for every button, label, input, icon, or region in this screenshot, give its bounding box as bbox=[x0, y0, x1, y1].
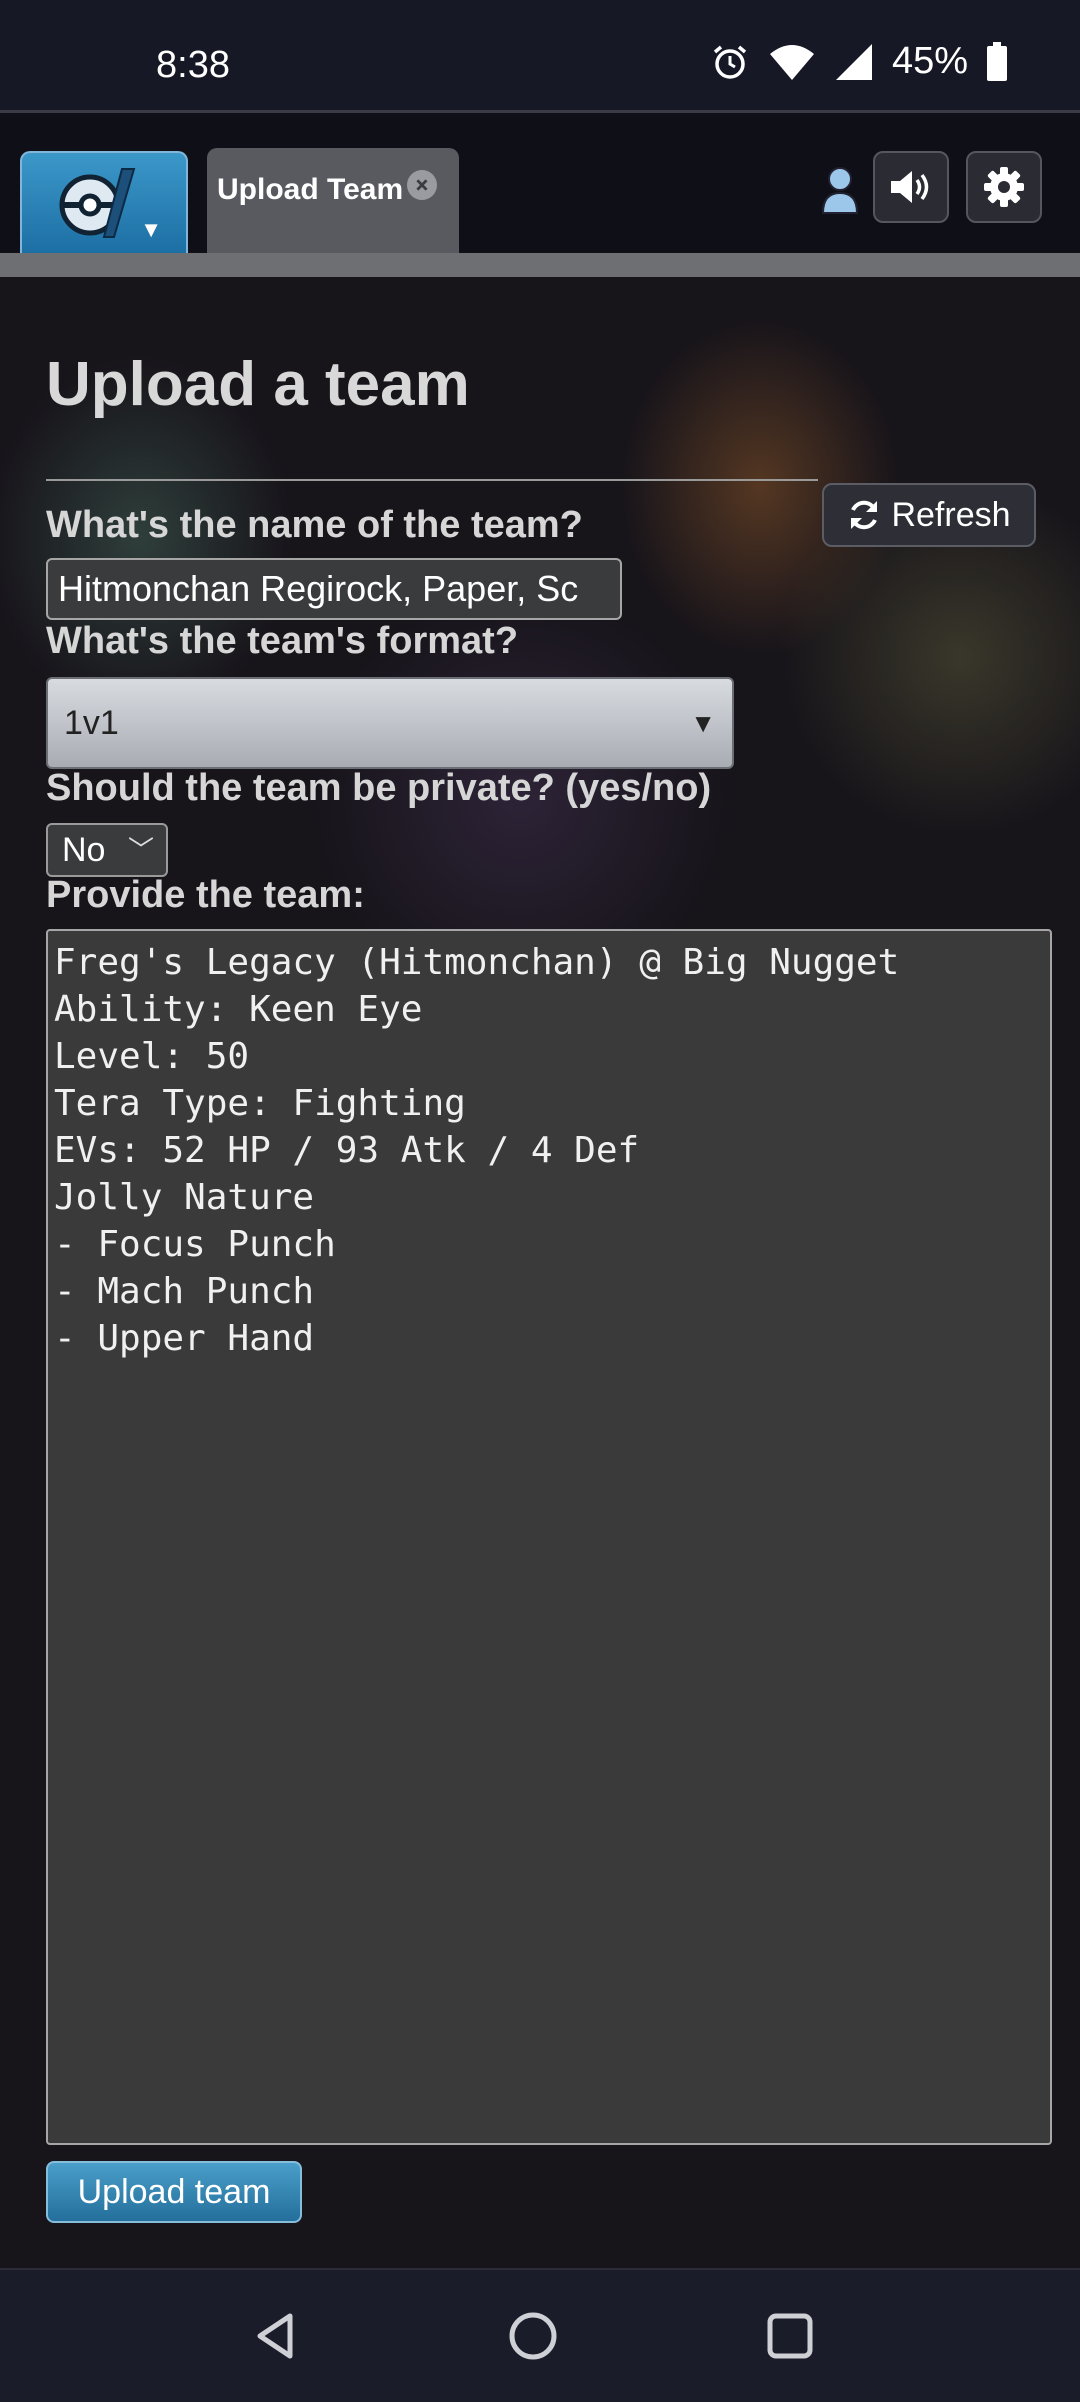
page-title: Upload a team bbox=[46, 350, 470, 419]
main-menu-button[interactable]: ▼ bbox=[20, 151, 188, 253]
app-header: ▼ Upload Team × bbox=[0, 113, 1080, 253]
home-button[interactable] bbox=[473, 2270, 593, 2402]
home-icon bbox=[509, 2312, 557, 2360]
pokeball-logo-icon bbox=[59, 168, 136, 238]
battery-icon bbox=[987, 41, 1007, 81]
team-format-select[interactable]: 1v1 ▼ bbox=[46, 677, 734, 769]
recents-button[interactable] bbox=[730, 2270, 850, 2402]
wifi-icon bbox=[769, 44, 814, 80]
alarm-icon bbox=[713, 45, 747, 79]
team-private-select[interactable]: No ﹀ bbox=[46, 823, 168, 877]
status-time: 8:38 bbox=[156, 44, 230, 86]
chevron-down-icon: ﹀ bbox=[127, 835, 154, 865]
close-icon[interactable]: × bbox=[407, 170, 437, 200]
team-private-label: Should the team be private? (yes/no) bbox=[46, 767, 712, 809]
status-bar: 8:38 45% bbox=[0, 0, 1080, 113]
status-icons: 45% bbox=[710, 40, 1008, 83]
upload-panel: Upload a team Refresh What's the name of… bbox=[0, 277, 1080, 2277]
private-value: No bbox=[62, 831, 106, 869]
gear-icon bbox=[984, 167, 1024, 207]
back-icon bbox=[257, 2313, 293, 2359]
format-value: 1v1 bbox=[64, 704, 119, 742]
chevron-down-icon: ▼ bbox=[140, 218, 162, 243]
team-name-label: What's the name of the team? bbox=[46, 504, 583, 546]
tab-upload-team[interactable]: Upload Team × bbox=[207, 148, 459, 253]
refresh-button[interactable]: Refresh bbox=[822, 483, 1036, 547]
title-divider bbox=[46, 479, 818, 481]
dropdown-arrow-icon: ▼ bbox=[690, 708, 716, 738]
signal-icon bbox=[835, 43, 872, 80]
sound-icon bbox=[891, 171, 929, 203]
tab-label: Upload Team bbox=[217, 173, 404, 206]
upload-team-button[interactable]: Upload team bbox=[46, 2161, 302, 2223]
back-button[interactable] bbox=[216, 2270, 336, 2402]
settings-button[interactable] bbox=[966, 151, 1042, 223]
team-format-label: What's the team's format? bbox=[46, 620, 519, 662]
refresh-label: Refresh bbox=[891, 495, 1011, 534]
refresh-icon bbox=[851, 500, 878, 530]
team-name-input[interactable]: Hitmonchan Regirock, Paper, Sc bbox=[46, 558, 622, 620]
sound-button[interactable] bbox=[873, 151, 949, 223]
team-textarea[interactable]: Freg's Legacy (Hitmonchan) @ Big Nugget … bbox=[46, 929, 1052, 2145]
recents-icon bbox=[767, 2313, 813, 2359]
navigation-bar bbox=[0, 2268, 1080, 2402]
user-icon[interactable] bbox=[820, 165, 860, 215]
header-strip bbox=[0, 253, 1080, 277]
team-text-label: Provide the team: bbox=[46, 874, 365, 916]
battery-percent: 45% bbox=[891, 40, 968, 82]
